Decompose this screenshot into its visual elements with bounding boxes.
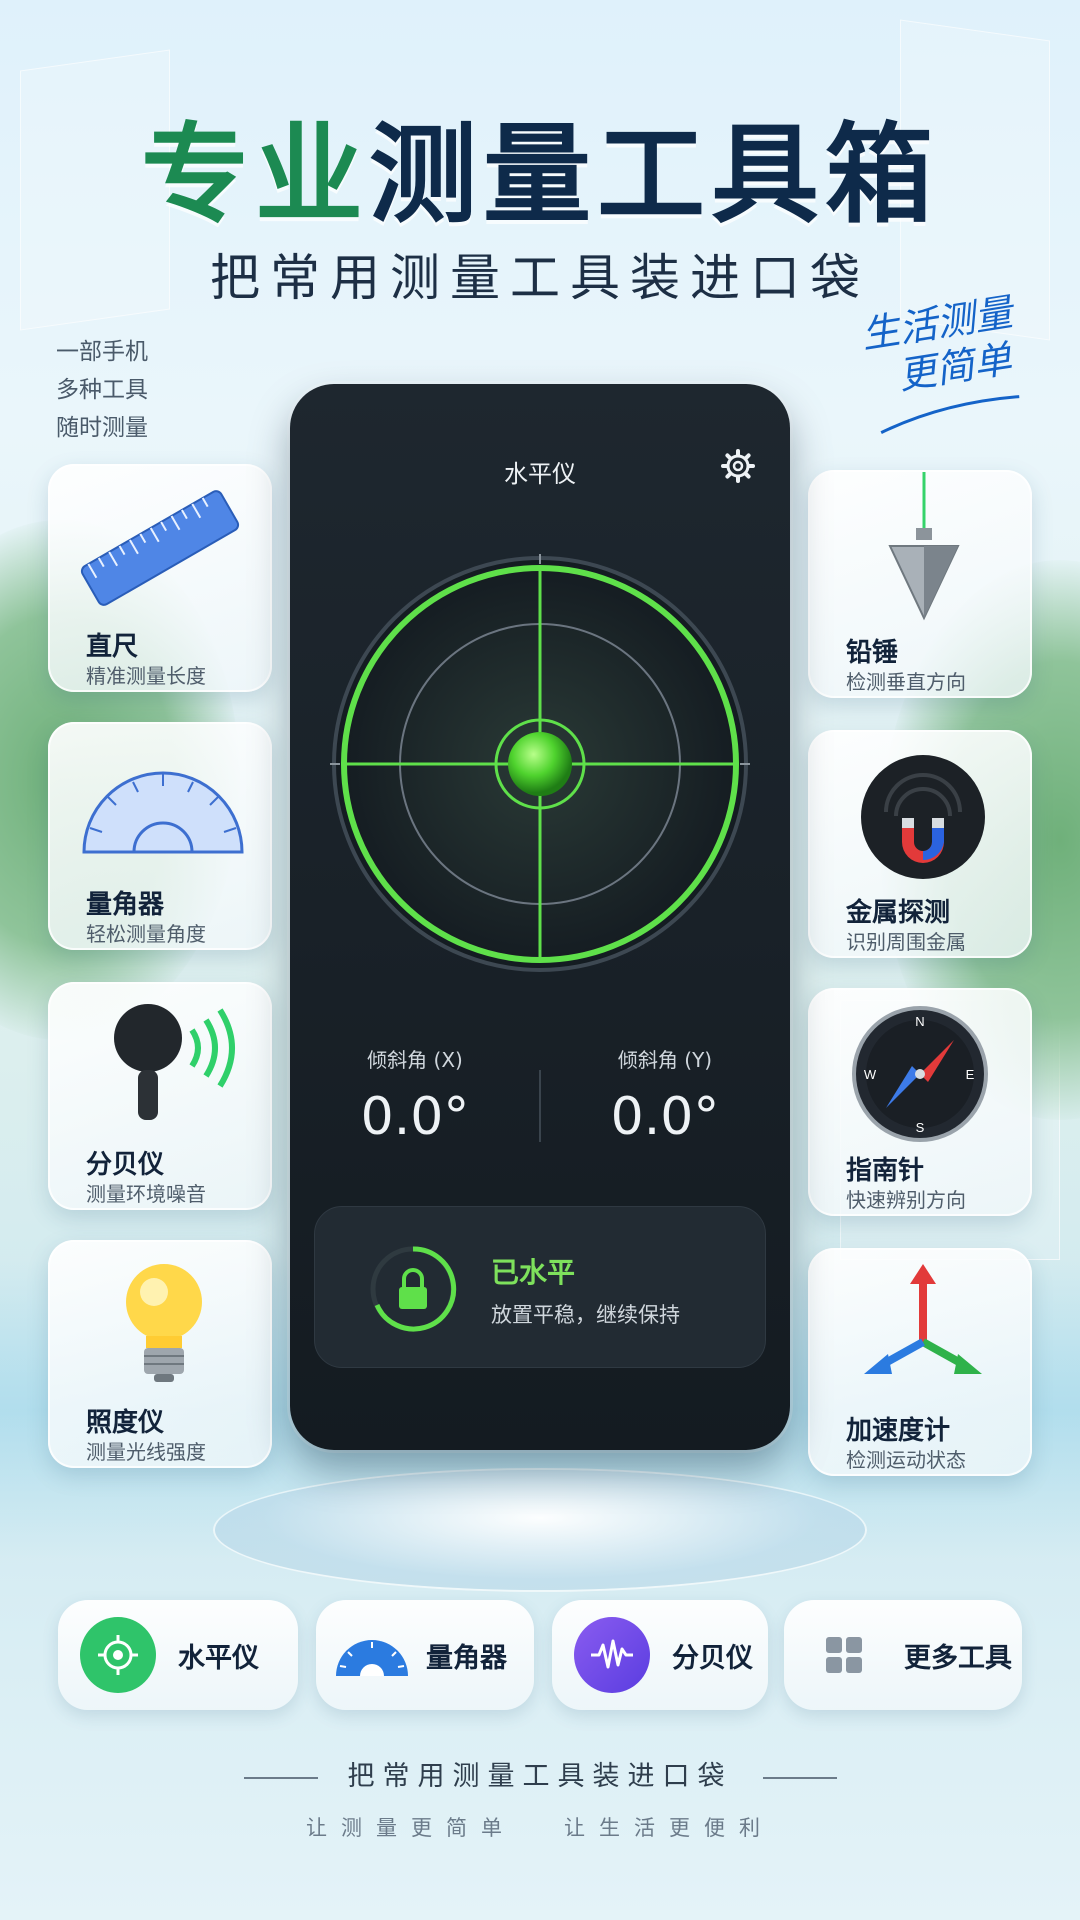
lock-icon xyxy=(370,1246,457,1332)
quick-button-label: 水平仪 xyxy=(178,1642,259,1674)
tool-card-metal[interactable]: 金属探测 识别周围金属 xyxy=(808,730,1032,958)
grid-icon xyxy=(806,1617,882,1693)
card-desc: 快速辨别方向 xyxy=(846,1188,966,1212)
title-main: 测量工具箱 xyxy=(369,113,940,238)
tilt-y: 倾斜角 (Y) 0.0° xyxy=(540,1044,790,1147)
tilt-x: 倾斜角 (X) 0.0° xyxy=(290,1044,540,1147)
card-desc: 测量光线强度 xyxy=(86,1440,206,1464)
tool-card-lux[interactable]: 照度仪 测量光线强度 xyxy=(48,1240,272,1468)
plumb-bob-icon xyxy=(888,472,960,621)
footer-tagline: 把常用测量工具装进口袋 xyxy=(0,1754,1080,1793)
quick-button-label: 更多工具 xyxy=(904,1642,1012,1674)
compass-s: S xyxy=(916,1120,925,1135)
card-title: 铅锤 xyxy=(846,638,899,668)
tool-card-accelerometer[interactable]: 加速度计 检测运动状态 xyxy=(808,1248,1032,1476)
card-title: 量角器 xyxy=(86,890,165,920)
tool-card-decibel[interactable]: 分贝仪 测量环境噪音 xyxy=(48,982,272,1210)
card-desc: 测量环境噪音 xyxy=(86,1182,206,1206)
card-desc: 检测垂直方向 xyxy=(846,670,966,694)
level-target-icon xyxy=(80,1617,156,1693)
tool-card-ruler[interactable]: 直尺 精准测量长度 xyxy=(48,464,272,692)
compass-e: E xyxy=(966,1067,975,1082)
tool-card-plumb[interactable]: 铅锤 检测垂直方向 xyxy=(808,470,1032,698)
slogan: 生活测量 更简单 xyxy=(858,289,1030,449)
footer-slogans: 让测量更简单 让生活更便利 xyxy=(0,1812,1080,1842)
microphone-icon xyxy=(114,1004,235,1120)
pedestal-decor xyxy=(215,1470,865,1590)
card-desc: 轻松测量角度 xyxy=(86,922,206,946)
feature-tag: 一部手机 xyxy=(56,339,148,365)
quick-button-more-tools[interactable]: 更多工具 xyxy=(784,1600,1022,1710)
card-title: 加速度计 xyxy=(846,1416,951,1446)
page-title: 专业测量工具箱 xyxy=(0,88,1080,244)
tilt-x-value: 0.0° xyxy=(360,1087,470,1147)
feature-tag: 随时测量 xyxy=(56,415,148,441)
card-title: 金属探测 xyxy=(846,898,951,928)
ruler-icon xyxy=(80,490,240,606)
tilt-y-label: 倾斜角 (Y) xyxy=(617,1048,713,1072)
tool-card-compass[interactable]: N E S W 指南针 快速辨别方向 xyxy=(808,988,1032,1216)
tilt-x-label: 倾斜角 (X) xyxy=(367,1048,463,1072)
status-title: 已水平 xyxy=(491,1256,576,1289)
magnet-icon xyxy=(861,755,985,879)
tool-card-protractor[interactable]: 量角器 轻松测量角度 xyxy=(48,722,272,950)
compass-n: N xyxy=(915,1014,924,1029)
quick-button-decibel[interactable]: 分贝仪 xyxy=(552,1600,768,1710)
lightbulb-icon xyxy=(126,1264,202,1382)
card-desc: 检测运动状态 xyxy=(846,1448,966,1472)
title-highlight: 专业 xyxy=(140,113,369,238)
bubble-level-dial xyxy=(330,554,750,972)
status-desc: 放置平稳，继续保持 xyxy=(491,1303,680,1327)
quick-button-protractor[interactable]: 量角器 xyxy=(316,1600,534,1710)
screen-title: 水平仪 xyxy=(504,460,576,488)
footer-slogan: 让测量更简单 xyxy=(306,1816,516,1840)
compass-icon: N E S W xyxy=(852,1006,988,1142)
card-title: 指南针 xyxy=(846,1156,925,1186)
footer-slogan: 让生活更便利 xyxy=(564,1816,774,1840)
feature-tags: 一部手机 多种工具 随时测量 xyxy=(56,333,148,447)
page-subtitle: 把常用测量工具装进口袋 xyxy=(210,249,870,307)
phone-mockup: 水平仪 倾斜角 (X) 0.0° 倾斜角 (Y) 0.0° 已水平 放置平稳，继… xyxy=(290,384,790,1450)
tilt-y-value: 0.0° xyxy=(610,1087,720,1147)
gear-icon[interactable] xyxy=(720,448,756,484)
protractor-icon xyxy=(82,771,244,854)
waveform-icon xyxy=(574,1617,650,1693)
quick-button-label: 量角器 xyxy=(426,1642,507,1674)
quick-button-level[interactable]: 水平仪 xyxy=(58,1600,298,1710)
level-status-panel: 已水平 放置平稳，继续保持 xyxy=(314,1206,766,1368)
feature-tag: 多种工具 xyxy=(56,377,148,403)
protractor-icon xyxy=(332,1617,412,1693)
card-title: 分贝仪 xyxy=(86,1150,165,1180)
compass-w: W xyxy=(864,1067,877,1082)
card-title: 直尺 xyxy=(86,632,139,662)
quick-button-label: 分贝仪 xyxy=(672,1642,753,1674)
axes-icon xyxy=(864,1264,982,1374)
card-desc: 精准测量长度 xyxy=(86,664,206,688)
card-title: 照度仪 xyxy=(86,1408,165,1438)
card-desc: 识别周围金属 xyxy=(846,930,966,954)
